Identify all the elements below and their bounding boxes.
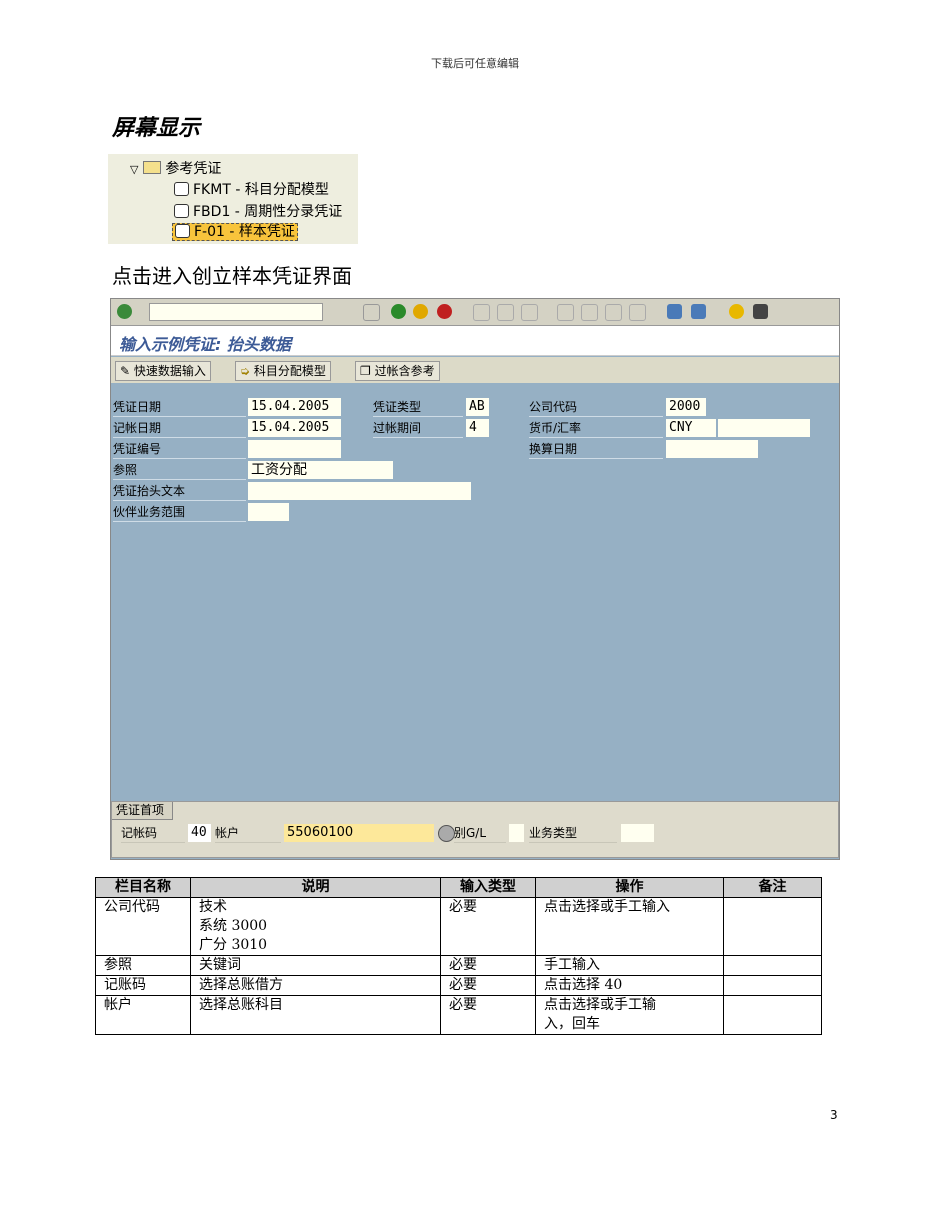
reference-label: 参照 <box>113 461 246 480</box>
folder-icon <box>142 161 161 174</box>
translation-date-input[interactable] <box>666 440 758 458</box>
layout-menu-icon[interactable] <box>753 304 768 319</box>
find-next-icon[interactable] <box>521 304 538 321</box>
field-description-table: 栏目名称 说明 输入类型 操作 备注 公司代码 技术 系统 3000 广分 30… <box>95 877 822 1035</box>
first-line-item-panel: 凭证首项 记帐码 40 帐户 55060100 别G/L 业务类型 <box>111 801 839 858</box>
header-text-input[interactable] <box>248 482 471 500</box>
translation-date-label: 换算日期 <box>529 440 663 459</box>
account-label: 帐户 <box>215 824 281 843</box>
next-page-icon[interactable] <box>605 304 622 321</box>
transaction-cube-icon <box>175 224 190 238</box>
tree-item-f01[interactable]: F-01 - 样本凭证 <box>172 221 298 241</box>
copy-icon: ❐ <box>360 364 375 378</box>
application-toolbar: ✎ 快速数据输入 ➭ 科目分配模型 ❐ 过帐含参考 <box>111 357 839 383</box>
section-title: 屏幕显示 <box>112 116 201 141</box>
table-row: 公司代码 技术 系统 3000 广分 3010 必要 点击选择或手工输入 <box>95 897 822 956</box>
special-gl-input[interactable] <box>509 824 524 842</box>
new-session-icon[interactable] <box>667 304 682 319</box>
first-page-icon[interactable] <box>557 304 574 321</box>
doc-type-input[interactable]: AB <box>466 398 489 416</box>
company-code-input[interactable]: 2000 <box>666 398 706 416</box>
intro-text: 点击进入创立样本凭证界面 <box>112 264 352 288</box>
period-input[interactable]: 4 <box>466 419 489 437</box>
triangle-down-icon: ▽ <box>130 163 139 176</box>
posting-key-label: 记帐码 <box>121 824 185 843</box>
save-icon[interactable] <box>363 304 380 321</box>
table-header-row: 栏目名称 说明 输入类型 操作 备注 <box>95 877 822 898</box>
posting-key-input[interactable]: 40 <box>188 824 211 842</box>
tree-item-fkmt[interactable]: FKMT - 科目分配模型 <box>174 179 329 199</box>
help-icon[interactable] <box>729 304 744 319</box>
transaction-type-input[interactable] <box>621 824 654 842</box>
shortcut-icon[interactable] <box>691 304 706 319</box>
back-icon[interactable] <box>391 304 406 319</box>
command-field[interactable] <box>149 303 323 321</box>
currency-input[interactable]: CNY <box>666 419 716 437</box>
transaction-type-label: 业务类型 <box>529 824 617 843</box>
post-date-label: 记帐日期 <box>113 419 246 438</box>
tree-item-fbd1[interactable]: FBD1 - 周期性分录凭证 <box>174 201 342 221</box>
first-line-item-tab[interactable]: 凭证首项 <box>112 802 174 820</box>
account-assignment-model-button[interactable]: ➭ 科目分配模型 <box>235 361 331 381</box>
last-page-icon[interactable] <box>629 304 646 321</box>
exchange-rate-input[interactable] <box>718 419 810 437</box>
tree-folder[interactable]: ▽ 参考凭证 <box>130 158 221 178</box>
print-icon[interactable] <box>473 304 490 321</box>
transaction-cube-icon <box>174 182 189 196</box>
period-label: 过帐期间 <box>373 419 463 438</box>
header-text-label: 凭证抬头文本 <box>113 482 246 501</box>
partner-ba-label: 伙伴业务范围 <box>113 503 246 522</box>
post-date-input[interactable]: 15.04.2005 <box>248 419 341 437</box>
post-with-reference-button[interactable]: ❐ 过帐含参考 <box>355 361 440 381</box>
transaction-cube-icon <box>174 204 189 218</box>
doc-date-label: 凭证日期 <box>113 398 246 417</box>
currency-label: 货币/汇率 <box>529 419 663 438</box>
company-code-label: 公司代码 <box>529 398 663 417</box>
partner-ba-input[interactable] <box>248 503 289 521</box>
cancel-icon[interactable] <box>437 304 452 319</box>
title-bar: 输入示例凭证: 抬头数据 <box>111 326 839 356</box>
table-row: 记账码 选择总账借方 必要 点击选择 40 <box>95 975 822 996</box>
exit-icon[interactable] <box>413 304 428 319</box>
enter-check-icon[interactable] <box>117 304 132 319</box>
search-help-icon[interactable] <box>438 825 455 842</box>
sap-window: 输入示例凭证: 抬头数据 ✎ 快速数据输入 ➭ 科目分配模型 ❐ 过帐含参考 凭… <box>110 298 840 860</box>
page-number: 3 <box>830 1108 838 1122</box>
account-input[interactable]: 55060100 <box>284 824 434 842</box>
model-icon: ➭ <box>240 364 254 378</box>
fast-data-entry-button[interactable]: ✎ 快速数据输入 <box>115 361 211 381</box>
previous-page-icon[interactable] <box>581 304 598 321</box>
edit-icon: ✎ <box>120 364 134 378</box>
doc-number-label: 凭证编号 <box>113 440 246 459</box>
table-row: 帐户 选择总账科目 必要 点击选择或手工输 入，回车 <box>95 995 822 1035</box>
page-header: 下载后可任意编辑 <box>431 57 519 70</box>
table-row: 参照 关键词 必要 手工输入 <box>95 955 822 976</box>
screen-title: 输入示例凭证: 抬头数据 <box>119 335 291 354</box>
system-toolbar <box>111 299 839 326</box>
doc-type-label: 凭证类型 <box>373 398 463 417</box>
special-gl-label: 别G/L <box>454 824 506 843</box>
reference-input[interactable]: 工资分配 <box>248 461 393 479</box>
find-icon[interactable] <box>497 304 514 321</box>
document-page: 下载后可任意编辑 屏幕显示 ▽ 参考凭证 FKMT - 科目分配模型 FBD1 … <box>0 0 950 1230</box>
sap-menu-tree: ▽ 参考凭证 FKMT - 科目分配模型 FBD1 - 周期性分录凭证 F-01… <box>108 154 358 244</box>
doc-date-input[interactable]: 15.04.2005 <box>248 398 341 416</box>
doc-number-input[interactable] <box>248 440 341 458</box>
